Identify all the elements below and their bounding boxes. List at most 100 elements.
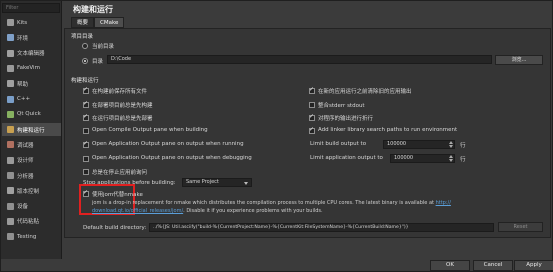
open-app-output-running-label: Open Application Output pane on output w… [92,141,244,147]
sidebar-item-label: 调试器 [17,142,34,149]
tab-general[interactable]: 概要 [71,17,95,28]
open-app-output-debugging-checkbox[interactable] [83,156,89,162]
designer-icon [7,156,14,164]
sidebar-item-label: 版本控制 [17,188,40,195]
version-control-icon [7,187,14,195]
sidebar-item[interactable]: 环境 [2,31,61,44]
limit-build-output-label: Limit build output to [310,141,367,147]
limit-build-unit: 行 [460,143,466,149]
filter-input[interactable]: Filter [2,3,60,13]
jom-description-line2: download.qt.io/official_releases/jom/. D… [92,208,323,214]
cancel-button[interactable]: Cancel [473,260,513,271]
text-editor-icon [7,49,14,57]
sidebar-item-label: 文本编辑器 [17,51,45,58]
help-icon [7,80,14,88]
clear-old-output-label: 在新的应用运行之前清除旧的应用输出 [318,89,412,95]
merge-stderr-checkbox[interactable] [309,102,315,108]
sidebar-item[interactable]: Kits [2,16,61,29]
open-app-output-debugging-label: Open Application Output pane on output w… [92,155,252,161]
limit-build-output-input[interactable]: 100000 [383,140,455,149]
stop-before-build-value: Same Project [186,179,219,185]
options-dialog: Filter Kits 环境文本编辑器 FakeVim 帮助 C++ Qt Quick 构建… [0,0,553,272]
chevron-down-icon [244,182,248,185]
sidebar-item-label: Kits [17,19,28,26]
limit-build-spin-arrows-icon[interactable] [449,140,453,149]
apply-button[interactable]: Apply [514,260,553,271]
default-build-dir-input[interactable]: ../%{JS: Util.asciify("build-%{CurrentPr… [149,223,494,232]
sidebar-item-label: 设计师 [17,158,34,165]
sidebar-item[interactable]: Testing [2,230,61,243]
clear-old-output-checkbox[interactable] [309,86,315,94]
limit-app-output-label: Limit application output to [310,155,383,161]
qt-quick-icon [7,110,14,118]
ask-before-stop-checkbox[interactable] [83,169,89,175]
open-app-output-running-checkbox[interactable] [83,140,89,148]
sidebar-item[interactable]: 调试器 [2,138,61,151]
use-jom-checkbox[interactable] [83,189,89,197]
build-run-icon [7,126,14,134]
devices-icon [7,202,14,210]
sidebar-item-label: 帮助 [17,81,29,88]
merge-stderr-label: 整合stderr stdout [318,103,365,109]
sidebar-item[interactable]: 代码粘贴 [2,215,61,228]
sidebar-item[interactable]: Qt Quick [2,108,61,121]
kits-icon [7,19,14,26]
page-title: 构建和运行 [73,5,113,14]
sidebar-item-label: 构建和运行 [17,127,45,134]
limit-app-output-input[interactable]: 100000 [390,154,455,163]
sidebar-item-label: Testing [17,233,37,240]
deploy-before-run-checkbox[interactable] [83,113,89,121]
sidebar-item[interactable]: 帮助 [2,77,61,90]
use-jom-label: 使用jom代替nmake [92,192,143,198]
sidebar-item[interactable]: 设计师 [2,154,61,167]
sidebar-item[interactable]: 分析器 [2,169,61,182]
limit-app-spin-arrows-icon[interactable] [449,154,453,163]
reset-button[interactable]: Reset [498,222,543,232]
ask-before-stop-label: 总是在停止应用前询问 [92,170,148,176]
sidebar-item[interactable]: 构建和运行 [2,123,61,137]
sidebar-item-label: 设备 [17,204,29,211]
jom-description-line1: jom is a drop-in replacement for nmake w… [92,200,451,206]
sidebar-item-label: FakeVim [17,65,40,72]
browse-button[interactable]: 浏览... [495,55,543,65]
jom-link-part2[interactable]: download.qt.io/official_releases/jom/ [92,208,183,214]
current-dir-label: 当前目录 [92,44,115,50]
deploy-before-run-label: 在运行项目前总是先部署 [92,116,153,122]
dir-radio[interactable] [82,58,88,64]
jom-description-text1: jom is a drop-in replacement for nmake w… [92,200,434,206]
sidebar-item-label: Qt Quick [17,111,41,118]
ok-button[interactable]: OK [430,260,470,271]
jom-link-part1[interactable]: http:// [436,200,451,206]
sidebar-item[interactable]: FakeVim [2,62,61,75]
debugger-icon [7,141,14,149]
linker-paths-checkbox[interactable] [309,126,315,134]
stop-before-build-select[interactable]: Same Project [182,178,252,187]
testing-icon [7,233,14,241]
sidebar-item[interactable]: 设备 [2,200,61,213]
default-build-dir-label: Default build directory: [83,225,147,231]
fakevim-icon [7,64,14,72]
sidebar-item-label: 分析器 [17,173,34,180]
save-before-build-checkbox[interactable] [83,86,89,94]
build-before-deploy-label: 在部署项目前总是先构建 [92,103,153,109]
tab-cmake[interactable]: CMake [94,17,125,28]
sidebar: Filter Kits 环境文本编辑器 FakeVim 帮助 C++ Qt Quick 构建… [1,1,62,259]
build-before-deploy-checkbox[interactable] [83,100,89,108]
sidebar-item-label: 代码粘贴 [17,219,40,226]
project-dir-input[interactable]: D:\Code [107,55,492,64]
sidebar-item[interactable]: 文本编辑器 [2,47,61,60]
sidebar-item-label: C++ [17,96,31,102]
current-dir-radio[interactable] [82,43,88,49]
linker-paths-label: Add linker library search paths to run e… [318,127,458,133]
sidebar-item[interactable]: C++ [2,93,61,106]
open-compile-output-checkbox[interactable] [83,128,89,134]
sidebar-item[interactable]: 版本控制 [2,184,61,197]
wrap-output-checkbox[interactable] [309,113,315,121]
code-paste-icon [7,217,14,225]
sidebar-item-label: 环境 [17,35,29,42]
open-compile-output-label: Open Compile Output pane when building [92,127,208,133]
cpp-icon [7,95,14,103]
dir-label: 目录 [92,59,104,65]
project-dir-group-label: 项目目录 [71,34,94,40]
build-run-group-label: 构建和运行 [71,78,99,84]
